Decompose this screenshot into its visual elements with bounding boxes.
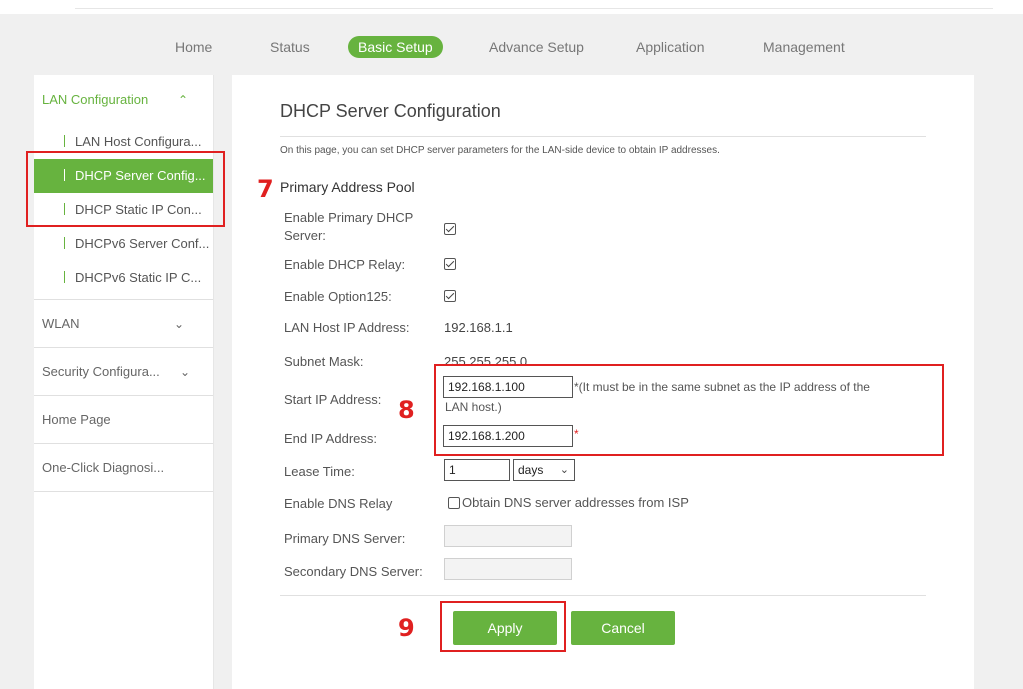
enable-primary-dhcp-checkbox[interactable] <box>444 223 456 235</box>
section-title: Primary Address Pool <box>280 179 415 195</box>
nav-home[interactable]: Home <box>175 36 212 58</box>
sidebar-item-label: DHCPv6 Static IP C... <box>75 270 202 285</box>
callout-box-8 <box>434 364 944 456</box>
dns-relay-label: Enable DNS Relay <box>284 496 393 511</box>
lease-time-label: Lease Time: <box>284 464 355 479</box>
sidebar-group-label: One-Click Diagnosi... <box>42 460 165 475</box>
cancel-button[interactable]: Cancel <box>571 611 675 645</box>
nav-application[interactable]: Application <box>636 36 705 58</box>
sidebar-item-dhcpv6-server[interactable]: DHCPv6 Server Conf... <box>34 227 213 261</box>
start-ip-label: Start IP Address: <box>284 392 382 407</box>
nav-status[interactable]: Status <box>270 36 310 58</box>
nav-basic-setup[interactable]: Basic Setup <box>348 36 443 58</box>
sidebar-group-label: Security Configura... <box>42 364 160 379</box>
lease-unit-value: days <box>518 463 544 477</box>
secondary-dns-label: Secondary DNS Server: <box>284 564 423 579</box>
callout-number-9: 9 <box>398 614 415 642</box>
enable-dhcp-relay-checkbox[interactable] <box>444 258 456 270</box>
enable-option125-label: Enable Option125: <box>284 289 392 304</box>
label-line: Server: <box>284 228 326 243</box>
obtain-dns-label: Obtain DNS server addresses from ISP <box>462 495 689 510</box>
lease-unit-select[interactable]: days ⌄ <box>513 459 575 481</box>
primary-dns-input[interactable] <box>444 525 572 547</box>
item-bar <box>64 135 65 147</box>
nav-management[interactable]: Management <box>763 36 845 58</box>
chevron-up-icon: ⌃ <box>178 93 189 107</box>
label-line: Enable Primary DHCP <box>284 210 414 225</box>
top-strip <box>0 0 1023 14</box>
sidebar-group-wlan[interactable]: WLAN ⌄ <box>34 300 213 348</box>
sidebar-group-home-page[interactable]: Home Page <box>34 396 213 444</box>
lan-host-ip-label: LAN Host IP Address: <box>284 320 410 335</box>
item-bar <box>64 237 65 249</box>
end-ip-label: End IP Address: <box>284 431 377 446</box>
sidebar-group-security-configuration[interactable]: Security Configura... ⌄ <box>34 348 213 396</box>
callout-box-7 <box>26 151 225 227</box>
sidebar-group-label: LAN Configuration <box>42 92 149 107</box>
lan-host-ip-value: 192.168.1.1 <box>444 320 513 335</box>
callout-number-8: 8 <box>398 396 415 424</box>
subnet-mask-label: Subnet Mask: <box>284 354 364 369</box>
sidebar-item-dhcpv6-static-ip[interactable]: DHCPv6 Static IP C... <box>34 261 213 295</box>
lease-time-input[interactable] <box>444 459 510 481</box>
sidebar-group-label: Home Page <box>42 412 111 427</box>
chevron-down-icon: ⌄ <box>559 464 569 476</box>
obtain-dns-checkbox[interactable] <box>448 497 460 509</box>
sidebar-item-label: DHCPv6 Server Conf... <box>75 236 210 251</box>
page-intro: On this page, you can set DHCP server pa… <box>280 145 720 156</box>
enable-primary-dhcp-label: Enable Primary DHCP Server: <box>284 209 413 245</box>
callout-number-7: 7 <box>257 175 274 203</box>
sidebar-group-one-click-diagnosis[interactable]: One-Click Diagnosi... <box>34 444 213 492</box>
chevron-down-icon: ⌄ <box>180 365 191 379</box>
enable-dhcp-relay-label: Enable DHCP Relay: <box>284 257 406 272</box>
top-nav: Home Status Basic Setup Advance Setup Ap… <box>0 36 1023 58</box>
title-divider <box>280 136 926 137</box>
bottom-divider <box>280 595 926 596</box>
primary-dns-label: Primary DNS Server: <box>284 531 406 546</box>
chevron-down-icon: ⌄ <box>174 317 185 331</box>
sidebar-group-label: WLAN <box>42 316 80 331</box>
sidebar-item-label: LAN Host Configura... <box>75 134 202 149</box>
callout-box-9 <box>440 601 566 652</box>
nav-advance-setup[interactable]: Advance Setup <box>489 36 584 58</box>
page-title: DHCP Server Configuration <box>280 101 501 121</box>
sidebar-group-lan-configuration[interactable]: LAN Configuration ⌃ <box>34 75 213 125</box>
enable-option125-checkbox[interactable] <box>444 290 456 302</box>
top-divider <box>75 8 993 9</box>
secondary-dns-input[interactable] <box>444 558 572 580</box>
item-bar <box>64 271 65 283</box>
